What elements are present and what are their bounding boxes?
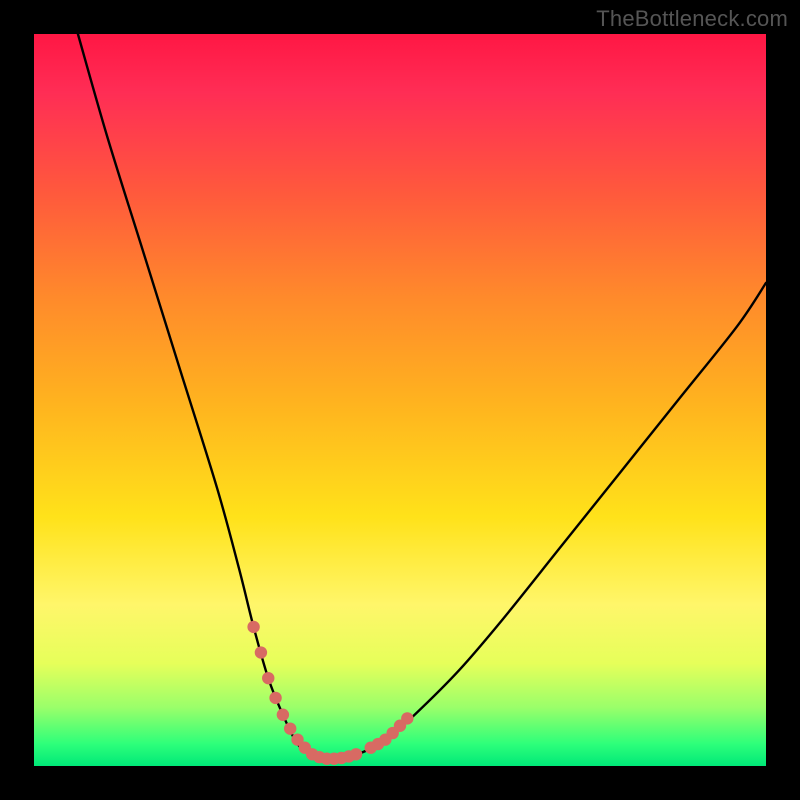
marker-dot [350,748,362,760]
plot-area [34,34,766,766]
marker-dot [401,712,413,724]
bottleneck-curve [78,34,766,759]
marker-dot [277,709,289,721]
marker-cluster-flat [306,748,362,765]
marker-dot [247,621,259,633]
watermark-text: TheBottleneck.com [596,6,788,32]
marker-dot [269,692,281,704]
chart-svg [34,34,766,766]
marker-dot [262,672,274,684]
marker-dot [255,646,267,658]
marker-dot [284,722,296,734]
marker-cluster-right [365,712,414,754]
chart-frame: TheBottleneck.com [0,0,800,800]
